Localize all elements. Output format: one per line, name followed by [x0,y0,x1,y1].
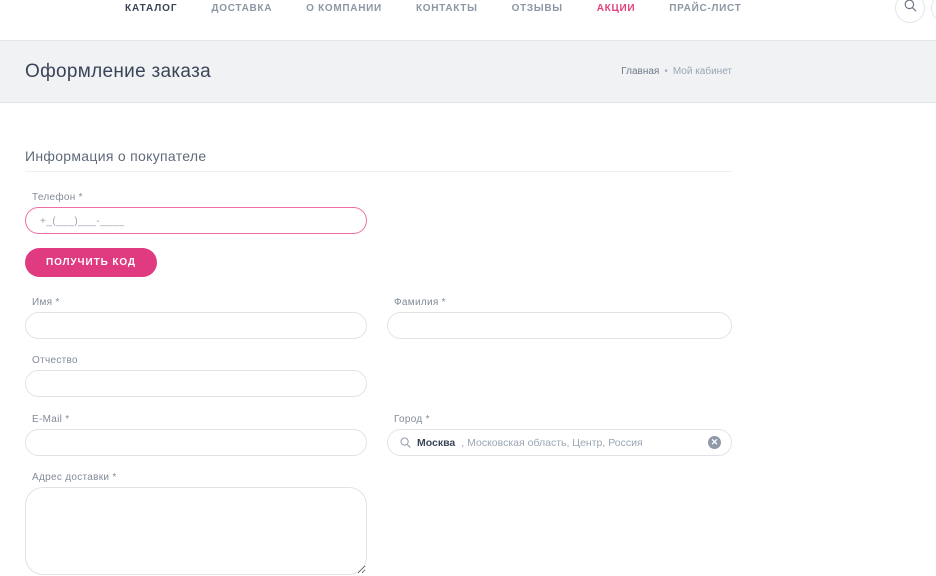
last-name-input[interactable] [387,312,732,339]
email-input[interactable] [25,429,367,456]
page-header-band: Оформление заказа Главная • Мой кабинет [0,40,936,103]
middle-name-label: Отчество [32,355,78,366]
city-search-icon [400,437,411,448]
page-title: Оформление заказа [25,61,211,83]
search-button[interactable] [895,0,925,23]
email-label: E-Mail * [32,414,69,425]
nav-item-promos[interactable]: АКЦИИ [597,3,636,14]
first-name-input[interactable] [25,312,367,339]
nav-item-about[interactable]: О КОМПАНИИ [306,3,382,14]
city-value-main: Москва [417,437,455,449]
top-nav: КАТАЛОГ ДОСТАВКА О КОМПАНИИ КОНТАКТЫ ОТЗ… [0,0,936,40]
nav-item-delivery[interactable]: ДОСТАВКА [211,3,272,14]
city-value-rest: , Московская область, Центр, Россия [461,437,702,449]
nav-item-reviews[interactable]: ОТЗЫВЫ [512,3,563,14]
nav-item-catalog[interactable]: КАТАЛОГ [125,3,177,14]
city-input[interactable]: Москва , Московская область, Центр, Росс… [387,429,732,456]
first-name-label: Имя * [32,297,60,308]
address-label: Адрес доставки * [32,472,117,483]
nav-menu: КАТАЛОГ ДОСТАВКА О КОМПАНИИ КОНТАКТЫ ОТЗ… [125,0,742,24]
breadcrumb: Главная • Мой кабинет [621,66,732,77]
phone-input[interactable] [25,207,367,234]
address-textarea[interactable] [25,487,367,575]
middle-name-input[interactable] [25,370,367,397]
breadcrumb-current: Мой кабинет [673,66,732,77]
nav-item-pricelist[interactable]: ПРАЙС-ЛИСТ [669,3,741,14]
breadcrumb-home[interactable]: Главная [621,66,659,77]
phone-label: Телефон * [32,192,83,203]
last-name-label: Фамилия * [394,297,446,308]
checkout-form: Информация о покупателе Телефон * ПОЛУЧИ… [0,104,936,576]
page: КАТАЛОГ ДОСТАВКА О КОМПАНИИ КОНТАКТЫ ОТЗ… [0,0,936,576]
search-icon [904,0,917,17]
section-title-buyer-info: Информация о покупателе [25,148,206,164]
get-code-button[interactable]: ПОЛУЧИТЬ КОД [25,248,157,277]
nav-item-contacts[interactable]: КОНТАКТЫ [416,3,478,14]
city-label: Город * [394,414,430,425]
breadcrumb-separator: • [664,66,668,77]
section-divider [25,171,732,172]
cart-button[interactable] [931,0,936,23]
city-clear-icon[interactable]: ✕ [708,436,721,449]
